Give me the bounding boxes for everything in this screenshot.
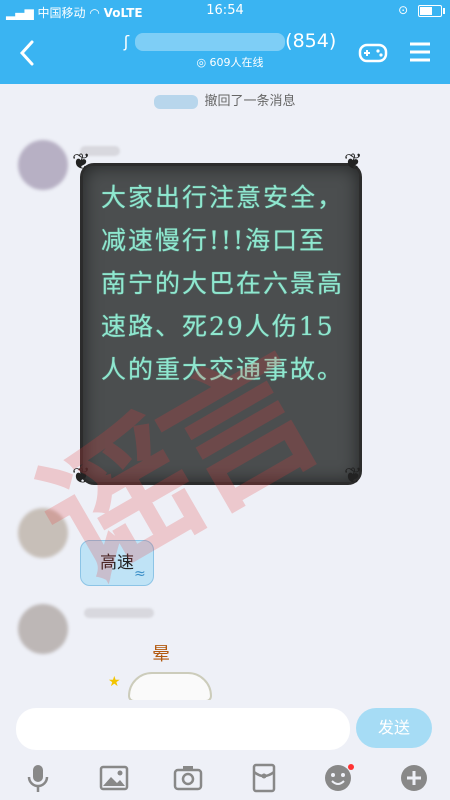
chat-title: ʃ (854) (110, 30, 350, 52)
avatar[interactable] (18, 508, 68, 558)
voice-button[interactable] (22, 762, 54, 794)
image-icon (99, 765, 129, 791)
recall-notice: 撤回了一条消息 (0, 90, 450, 109)
input-toolbar (0, 756, 450, 800)
menu-button[interactable] (408, 40, 432, 64)
image-button[interactable] (98, 762, 130, 794)
sticker-label: 晕 (152, 644, 170, 665)
game-button[interactable] (358, 40, 388, 66)
microphone-icon (27, 765, 49, 792)
clock: 16:54 (206, 3, 244, 18)
message-text: 高速 (100, 553, 134, 573)
input-bar: 发送 (0, 700, 450, 756)
status-bar: ▂▄▆ 中国移动 ◠ VoLTE 16:54 ⊙ (0, 0, 450, 22)
notification-dot (348, 764, 354, 770)
sender-name-redacted (84, 608, 154, 618)
corner-ornament-icon: ❦ (72, 150, 91, 175)
message-input[interactable] (16, 708, 350, 750)
emoji-button[interactable] (322, 762, 354, 794)
rotation-lock-icon: ⊙ (398, 3, 409, 17)
camera-icon (173, 766, 203, 791)
recaller-name-redacted (154, 94, 199, 109)
online-label: 609人在线 (209, 56, 264, 69)
corner-ornament-icon: ❦ (344, 464, 363, 489)
menu-icon (410, 42, 430, 62)
camera-button[interactable] (172, 762, 204, 794)
more-button[interactable] (398, 762, 430, 794)
battery-icon (418, 4, 445, 17)
corner-ornament-icon: ❦ (72, 464, 91, 489)
online-count: ◎ 609人在线 (110, 54, 350, 70)
status-right: ⊙ (398, 3, 445, 17)
gamepad-icon (358, 43, 388, 63)
chat-title-area: ʃ (854) ◎ 609人在线 (110, 30, 350, 70)
board-text: 大家出行注意安全，减速慢行!!!海口至南宁的大巴在六景高速路、死29人伤15人的… (101, 183, 345, 384)
red-packet-icon (252, 763, 276, 793)
star-icon: ★ (108, 674, 121, 690)
back-arrow-icon (19, 40, 34, 66)
plus-icon (401, 765, 427, 791)
red-packet-button[interactable] (248, 762, 280, 794)
avatar[interactable] (18, 140, 68, 190)
group-name-redacted (135, 32, 286, 51)
recall-text: 撤回了一条消息 (204, 94, 296, 109)
avatar[interactable] (18, 604, 68, 654)
chalkboard-image-message[interactable]: 大家出行注意安全，减速慢行!!!海口至南宁的大巴在六景高速路、死29人伤15人的… (80, 163, 362, 485)
ear-icon: ʃ (123, 32, 130, 51)
corner-ornament-icon: ❦ (344, 150, 363, 175)
send-button[interactable]: 发送 (356, 708, 432, 748)
chat-header: ʃ (854) ◎ 609人在线 (0, 22, 450, 84)
cartoon-face-icon (128, 672, 212, 702)
member-count: (854) (285, 30, 337, 52)
online-status-icon: ◎ (196, 56, 207, 69)
sticker-message[interactable]: 晕 ★ (106, 640, 216, 702)
bubble-wave-icon: ≈ (134, 566, 146, 582)
back-button[interactable] (14, 36, 42, 70)
